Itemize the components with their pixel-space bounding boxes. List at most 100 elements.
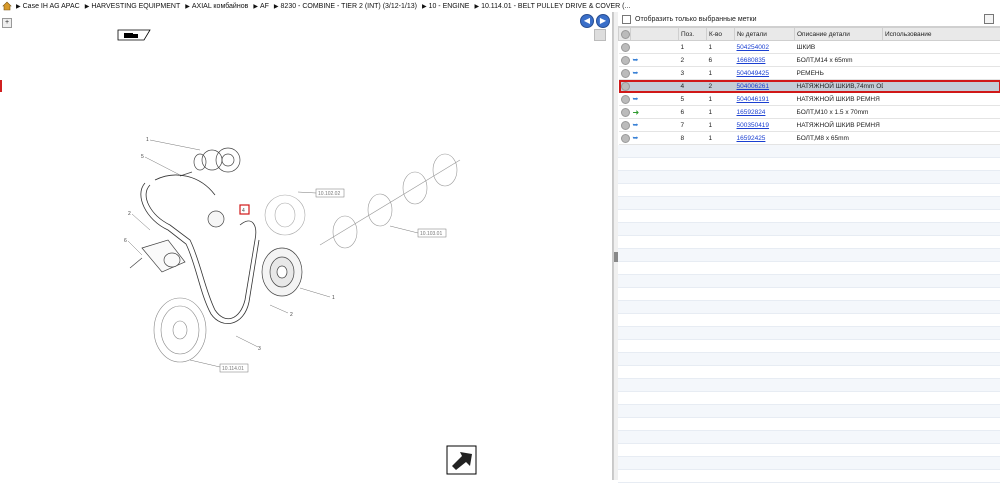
- row-dot-icon[interactable]: [621, 82, 630, 91]
- part-number-link[interactable]: 504006261: [737, 83, 770, 90]
- empty-row: [618, 301, 1000, 314]
- next-page-icon[interactable]: [447, 446, 476, 474]
- parts-pane: Отобразить только выбранные метки Поз. К…: [618, 12, 1000, 480]
- filter-bar: Отобразить только выбранные метки: [618, 12, 1000, 27]
- table-row[interactable]: ➥ 51504046191 НАТЯЖНОЙ ШКИВ РЕМНЯ: [619, 93, 1000, 106]
- pos-cell: 7: [679, 119, 707, 132]
- desc-cell: РЕМЕНЬ: [795, 67, 883, 80]
- empty-row: [618, 379, 1000, 392]
- callout-label: 2: [128, 211, 131, 217]
- qty-cell: 2: [707, 80, 735, 93]
- empty-row: [618, 145, 1000, 158]
- table-row[interactable]: ➥71500350419НАТЯЖНОЙ ШКИВ РЕМНЯ: [619, 119, 1000, 132]
- empty-row: [618, 457, 1000, 470]
- row-dot-icon[interactable]: [621, 43, 630, 52]
- empty-row: [618, 236, 1000, 249]
- refbox-2: 10.103.01: [420, 231, 442, 237]
- desc-cell: ШКИВ: [795, 41, 883, 54]
- part-number-link[interactable]: 16592824: [737, 109, 766, 116]
- usage-cell: [883, 106, 1000, 119]
- refbox-3: 10.114.01: [222, 366, 244, 372]
- column-header[interactable]: К-во: [707, 28, 735, 41]
- column-header[interactable]: [631, 28, 679, 41]
- table-row[interactable]: 42504006261НАТЯЖНОЙ ШКИВ,74mm OD: [619, 80, 1000, 93]
- column-header[interactable]: Поз.: [679, 28, 707, 41]
- part-number-link[interactable]: 16680835: [737, 57, 766, 64]
- empty-row: [618, 392, 1000, 405]
- column-header[interactable]: Использование: [883, 28, 1000, 41]
- qty-cell: 1: [707, 93, 735, 106]
- callout-label: 6: [124, 238, 127, 244]
- table-header: Поз. К-во № детали Описание детали Испол…: [619, 28, 1000, 41]
- info-icon[interactable]: ➥: [633, 96, 639, 103]
- table-row[interactable]: 11504254002ШКИВ: [619, 41, 1000, 54]
- part-number-link[interactable]: 504254002: [737, 44, 770, 51]
- table-row[interactable]: ➜6116592824БОЛТ,M10 x 1.5 x 70mm: [619, 106, 1000, 119]
- empty-row: [618, 158, 1000, 171]
- empty-row: [618, 223, 1000, 236]
- empty-row: [618, 275, 1000, 288]
- usage-cell: [883, 54, 1000, 67]
- empty-row: [618, 249, 1000, 262]
- replace-icon[interactable]: ➜: [633, 108, 640, 117]
- pos-cell: 5: [679, 93, 707, 106]
- empty-row: [618, 405, 1000, 418]
- tensioner: [130, 240, 185, 272]
- callout-label: 1: [332, 295, 335, 301]
- part-number-link[interactable]: 504046191: [737, 96, 770, 103]
- empty-rows: [618, 145, 1000, 483]
- truck-icon[interactable]: [118, 30, 150, 40]
- pos-cell: 3: [679, 67, 707, 80]
- row-dot-icon[interactable]: [621, 121, 630, 130]
- part-number-link[interactable]: 500350419: [737, 122, 770, 129]
- column-header[interactable]: № детали: [735, 28, 795, 41]
- part-number-link[interactable]: 16592425: [737, 135, 766, 142]
- window-icon[interactable]: [984, 14, 994, 24]
- empty-row: [618, 353, 1000, 366]
- row-dot-icon[interactable]: [621, 108, 630, 117]
- water-pump: [265, 195, 305, 235]
- row-dot-icon[interactable]: [621, 134, 630, 143]
- refbox-1: 10.102.02: [318, 191, 340, 197]
- row-dot-icon[interactable]: [621, 95, 630, 104]
- empty-row: [618, 470, 1000, 483]
- crankshaft-pulley: [262, 248, 302, 296]
- column-header[interactable]: Описание детали: [795, 28, 883, 41]
- desc-cell: БОЛТ,M8 x 65mm: [795, 132, 883, 145]
- info-icon[interactable]: ➥: [633, 57, 639, 64]
- table-row[interactable]: ➥31504049425РЕМЕНЬ: [619, 67, 1000, 80]
- callout-label: 5: [141, 154, 144, 160]
- empty-row: [618, 340, 1000, 353]
- empty-row: [618, 262, 1000, 275]
- empty-row: [618, 171, 1000, 184]
- callout-label: 1: [146, 137, 149, 143]
- empty-row: [618, 366, 1000, 379]
- usage-cell: [883, 93, 1000, 106]
- qty-cell: 1: [707, 119, 735, 132]
- empty-row: [618, 314, 1000, 327]
- desc-cell: НАТЯЖНОЙ ШКИВ,74mm OD: [795, 80, 883, 93]
- filter-label: Отобразить только выбранные метки: [635, 16, 756, 23]
- info-icon[interactable]: ➥: [633, 122, 639, 129]
- info-icon[interactable]: ➥: [633, 135, 639, 142]
- callout-label: 3: [258, 346, 261, 352]
- desc-cell: НАТЯЖНОЙ ШКИВ РЕМНЯ: [795, 93, 883, 106]
- info-icon[interactable]: ➥: [633, 70, 639, 77]
- row-dot-icon[interactable]: [621, 69, 630, 78]
- table-row[interactable]: ➥2616680835БОЛТ,M14 x 65mm: [619, 54, 1000, 67]
- table-row[interactable]: ➥8116592425БОЛТ,M8 x 65mm: [619, 132, 1000, 145]
- part-number-link[interactable]: 504049425: [737, 70, 770, 77]
- parts-table: Поз. К-во № детали Описание детали Испол…: [618, 27, 1000, 145]
- usage-cell: [883, 67, 1000, 80]
- pos-cell: 8: [679, 132, 707, 145]
- usage-cell: [883, 119, 1000, 132]
- damper: [154, 298, 206, 362]
- row-dot-icon[interactable]: [621, 56, 630, 65]
- qty-cell: 1: [707, 41, 735, 54]
- pos-cell: 2: [679, 54, 707, 67]
- callout-label: 4: [242, 208, 245, 214]
- exploded-diagram: 10.102.02 10.103.01 10.114.01 1 5 2 6 4 …: [0, 0, 612, 480]
- filter-checkbox[interactable]: [622, 15, 631, 24]
- pos-cell: 1: [679, 41, 707, 54]
- empty-row: [618, 288, 1000, 301]
